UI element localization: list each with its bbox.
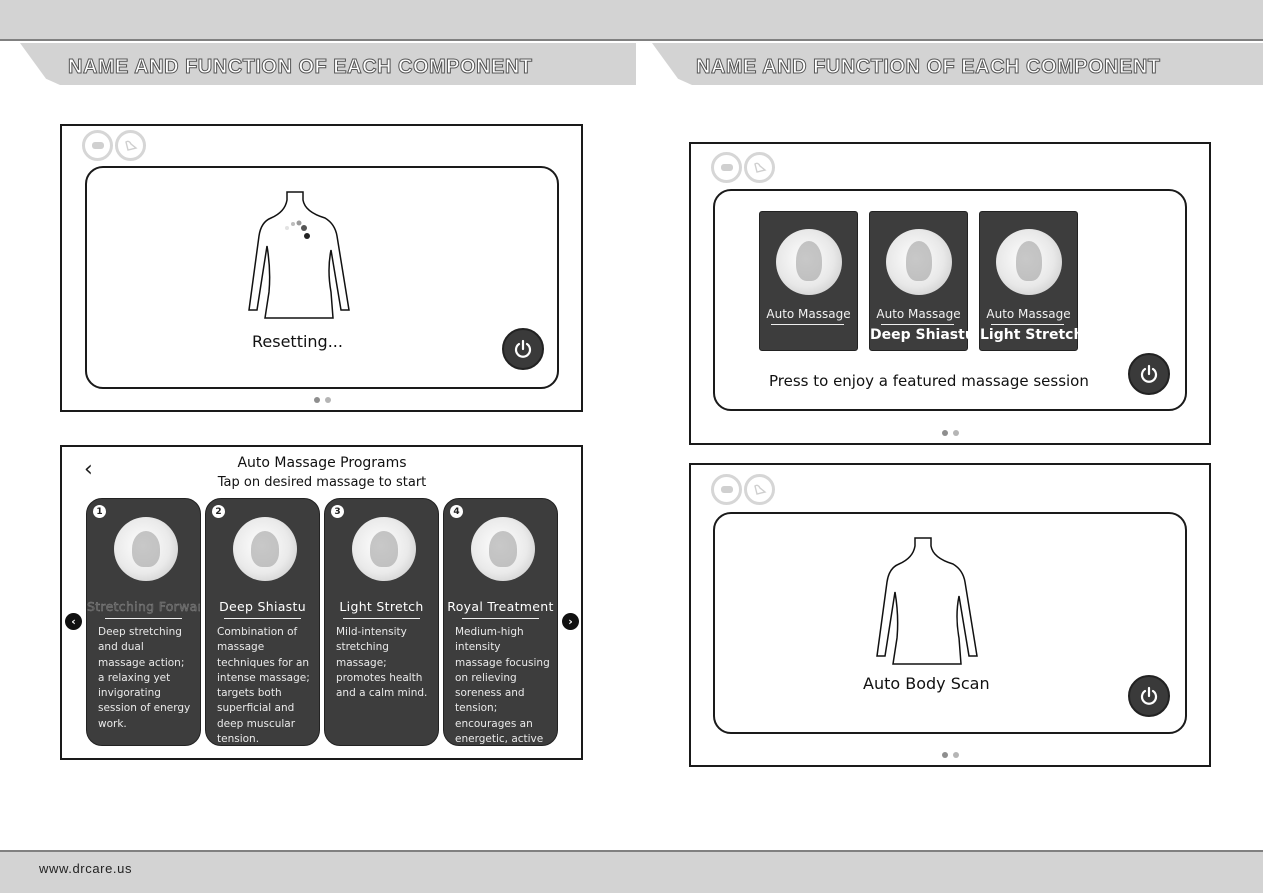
body-outline-icon [248, 191, 350, 319]
power-button[interactable] [502, 328, 544, 370]
featured-name: Light Stretch [980, 327, 1084, 343]
program-card-deep-shiastu[interactable]: 2 Deep Shiastu Combination of massage te… [205, 498, 320, 746]
power-icon [514, 339, 532, 358]
main-panel: Auto Massage Auto Massage Deep Shiastu A… [713, 189, 1187, 411]
prev-arrow-button[interactable]: ‹ [65, 613, 82, 630]
program-card-stretching-forward[interactable]: 1 Stretching Forward Deep stretching and… [86, 498, 201, 746]
footer-url[interactable]: www.drcare.us [39, 861, 132, 876]
page-dot[interactable] [953, 430, 959, 436]
battery-icon [711, 474, 742, 505]
program-illustration-icon [471, 517, 535, 581]
screen-programs: ‹ Auto Massage Programs Tap on desired m… [60, 445, 583, 760]
power-icon [1140, 686, 1158, 705]
divider [771, 324, 844, 325]
status-text: Resetting... [252, 332, 343, 351]
programs-subtitle: Tap on desired massage to start [217, 475, 427, 490]
no-recline-icon [744, 152, 775, 183]
status-icons [711, 474, 775, 505]
page-dot[interactable] [314, 397, 320, 403]
program-number: 2 [212, 505, 225, 518]
next-arrow-button[interactable]: › [562, 613, 579, 630]
divider [105, 618, 182, 619]
featured-label: Auto Massage [986, 307, 1071, 321]
scan-dot [296, 220, 302, 226]
status-text: Auto Body Scan [863, 674, 990, 693]
power-button[interactable] [1128, 353, 1170, 395]
program-illustration-icon [114, 517, 178, 581]
featured-card-deep-shiastu[interactable]: Auto Massage Deep Shiastu [869, 211, 975, 351]
page-dot[interactable] [942, 752, 948, 758]
program-number: 3 [331, 505, 344, 518]
section-title-right: NAME AND FUNCTION OF EACH COMPONENT [696, 56, 1161, 79]
featured-illustration-icon [996, 229, 1062, 295]
page-dots [314, 397, 331, 403]
main-panel: Auto Body Scan [713, 512, 1187, 734]
no-recline-icon [744, 474, 775, 505]
featured-card-light-stretch[interactable]: Auto Massage Light Stretch [979, 211, 1084, 351]
program-description: Mild-intensity stretching massage; promo… [336, 626, 428, 700]
programs-title: Auto Massage Programs [237, 455, 407, 471]
divider [224, 618, 301, 619]
screen-featured: Auto Massage Auto Massage Deep Shiastu A… [689, 142, 1211, 445]
program-name: Light Stretch [339, 599, 424, 614]
program-description: Deep stretching and dual massage action;… [98, 626, 191, 730]
battery-icon [711, 152, 742, 183]
divider [343, 618, 420, 619]
program-description: Combination of massage techniques for an… [217, 626, 310, 746]
program-name: Stretching Forward [87, 599, 201, 614]
scan-dot [304, 233, 310, 239]
power-button[interactable] [1128, 675, 1170, 717]
scan-dot [301, 225, 307, 231]
program-number: 1 [93, 505, 106, 518]
program-description: Medium-high intensity massage focusing o… [455, 626, 550, 746]
battery-icon [82, 130, 113, 161]
page-dot[interactable] [325, 397, 331, 403]
no-recline-icon [115, 130, 146, 161]
section-title-left: NAME AND FUNCTION OF EACH COMPONENT [68, 56, 533, 79]
featured-label: Auto Massage [876, 307, 961, 321]
page-dot[interactable] [953, 752, 959, 758]
body-outline-icon [876, 537, 978, 665]
page-dot[interactable] [942, 430, 948, 436]
divider [462, 618, 539, 619]
screen-body-scan: Auto Body Scan [689, 463, 1211, 767]
page-dots [942, 430, 959, 436]
top-band [0, 0, 1263, 41]
status-icons [82, 130, 146, 161]
featured-label: Auto Massage [766, 307, 851, 321]
main-panel: Resetting... [85, 166, 559, 389]
featured-prompt: Press to enjoy a featured massage sessio… [769, 372, 1089, 390]
screen-resetting: Resetting... [60, 124, 583, 412]
featured-card-auto-massage[interactable]: Auto Massage [759, 211, 858, 351]
program-illustration-icon [352, 517, 416, 581]
featured-name: Deep Shiastu [870, 327, 975, 343]
page-dots [942, 752, 959, 758]
program-number: 4 [450, 505, 463, 518]
scan-dot [285, 226, 289, 230]
program-name: Deep Shiastu [219, 599, 306, 614]
scan-dot [291, 222, 295, 226]
program-illustration-icon [233, 517, 297, 581]
divider [881, 324, 954, 325]
featured-illustration-icon [776, 229, 842, 295]
program-card-light-stretch[interactable]: 3 Light Stretch Mild-intensity stretchin… [324, 498, 439, 746]
power-icon [1140, 364, 1158, 383]
footer-band [0, 850, 1263, 893]
divider [991, 324, 1064, 325]
status-icons [711, 152, 775, 183]
program-name: Royal Treatment [447, 599, 554, 614]
featured-illustration-icon [886, 229, 952, 295]
program-card-royal-treatment[interactable]: 4 Royal Treatment Medium-high intensity … [443, 498, 558, 746]
